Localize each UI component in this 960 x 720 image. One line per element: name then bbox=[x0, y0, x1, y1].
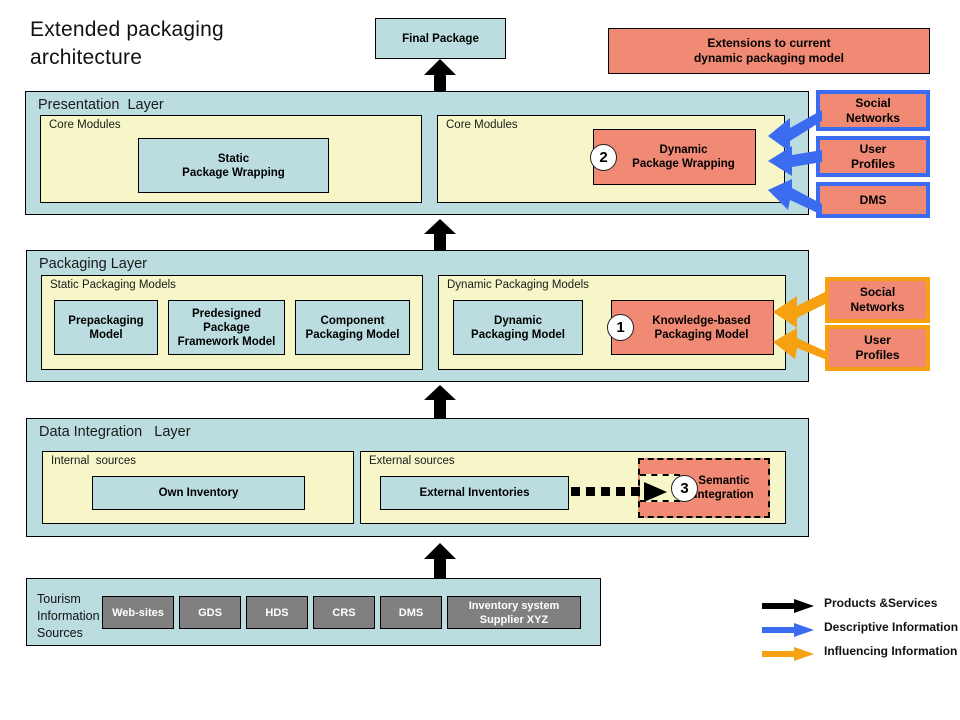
internal-sources-group: Internal sources Own Inventory bbox=[42, 451, 354, 524]
arrow-descriptive-information-group bbox=[768, 110, 822, 215]
dynamic-package-wrapping-node: Dynamic Package Wrapping bbox=[593, 129, 756, 185]
marker-1: 1 bbox=[607, 314, 634, 341]
legend-item-products-services: Products &Services bbox=[762, 594, 960, 618]
arrow-sources-to-data-integration bbox=[424, 543, 456, 578]
group-title: Core Modules bbox=[446, 119, 518, 131]
arrow-packaging-to-presentation bbox=[424, 219, 456, 252]
diagram-canvas: Extended packaging architecture Final Pa… bbox=[0, 0, 960, 720]
marker-3: 3 bbox=[671, 475, 698, 502]
external-sources-group: External sources External Inventories Se… bbox=[360, 451, 786, 524]
legend-label: Products &Services bbox=[824, 596, 938, 610]
own-inventory-node: Own Inventory bbox=[92, 476, 305, 510]
side-box-dms-presentation: DMS bbox=[816, 182, 930, 218]
group-title: Internal sources bbox=[51, 455, 137, 467]
static-package-wrapping-node: Static Package Wrapping bbox=[138, 138, 329, 193]
legend-item-descriptive-information: Descriptive Information bbox=[762, 618, 960, 642]
page-title: Extended packaging architecture bbox=[30, 18, 224, 69]
source-gds: GDS bbox=[179, 596, 241, 629]
marker-2: 2 bbox=[590, 144, 617, 171]
group-title: Core Modules bbox=[49, 119, 121, 131]
data-integration-layer-title: Data Integration Layer bbox=[39, 424, 191, 440]
packaging-layer: Packaging Layer Static Packaging Models … bbox=[26, 250, 809, 382]
arrow-influencing-information-group bbox=[773, 291, 827, 360]
knowledge-based-packaging-model-node: Knowledge-based Packaging Model bbox=[611, 300, 774, 355]
presentation-core-modules-left: Core Modules Static Package Wrapping bbox=[40, 115, 422, 203]
side-box-user-profiles-packaging: User Profiles bbox=[825, 325, 930, 371]
group-title: External sources bbox=[369, 455, 455, 467]
legend-label: Descriptive Information bbox=[824, 620, 959, 634]
source-hds: HDS bbox=[246, 596, 308, 629]
arrow-data-integration-to-packaging bbox=[424, 385, 456, 418]
dynamic-packaging-model-node: Dynamic Packaging Model bbox=[453, 300, 583, 355]
source-crs: CRS bbox=[313, 596, 375, 629]
group-title: Dynamic Packaging Models bbox=[447, 279, 589, 291]
tourism-information-sources-label: Tourism Information Sources bbox=[37, 592, 100, 640]
source-web-sites: Web-sites bbox=[102, 596, 174, 629]
packaging-layer-title: Packaging Layer bbox=[39, 256, 148, 272]
presentation-core-modules-right: Core Modules Dynamic Package Wrapping 2 bbox=[437, 115, 785, 203]
side-box-user-profiles-presentation: User Profiles bbox=[816, 136, 930, 177]
prepackaging-model-node: Prepackaging Model bbox=[54, 300, 158, 355]
side-box-social-networks-packaging: Social Networks bbox=[825, 277, 930, 323]
final-package-node: Final Package bbox=[375, 18, 506, 59]
component-packaging-model-node: Component Packaging Model bbox=[295, 300, 410, 355]
data-integration-layer: Data Integration Layer Internal sources … bbox=[26, 418, 809, 537]
tourism-information-sources-bar: Tourism Information Sources Web-sites GD… bbox=[26, 578, 601, 646]
legend-arrow-black-icon bbox=[762, 599, 814, 613]
source-inventory-system-supplier-xyz: Inventory system Supplier XYZ bbox=[447, 596, 581, 629]
predesigned-package-framework-model-node: Predesigned Package Framework Model bbox=[168, 300, 285, 355]
group-title: Static Packaging Models bbox=[50, 279, 176, 291]
external-inventories-node: External Inventories bbox=[380, 476, 569, 510]
legend-item-influencing-information: Influencing Information bbox=[762, 642, 960, 666]
presentation-layer-title: Presentation Layer bbox=[38, 97, 164, 113]
legend: Products &Services Descriptive Informati… bbox=[762, 594, 960, 666]
legend-arrow-orange-icon bbox=[762, 647, 814, 661]
source-dms: DMS bbox=[380, 596, 442, 629]
legend-arrow-blue-icon bbox=[762, 623, 814, 637]
presentation-layer: Presentation Layer Core Modules Static P… bbox=[25, 91, 809, 215]
dynamic-packaging-models-group: Dynamic Packaging Models Dynamic Packagi… bbox=[438, 275, 786, 370]
side-box-social-networks-presentation: Social Networks bbox=[816, 90, 930, 131]
static-packaging-models-group: Static Packaging Models Prepackaging Mod… bbox=[41, 275, 423, 370]
legend-label: Influencing Information bbox=[824, 644, 958, 658]
extensions-note: Extensions to current dynamic packaging … bbox=[608, 28, 930, 74]
arrow-external-to-semantic bbox=[571, 482, 667, 502]
